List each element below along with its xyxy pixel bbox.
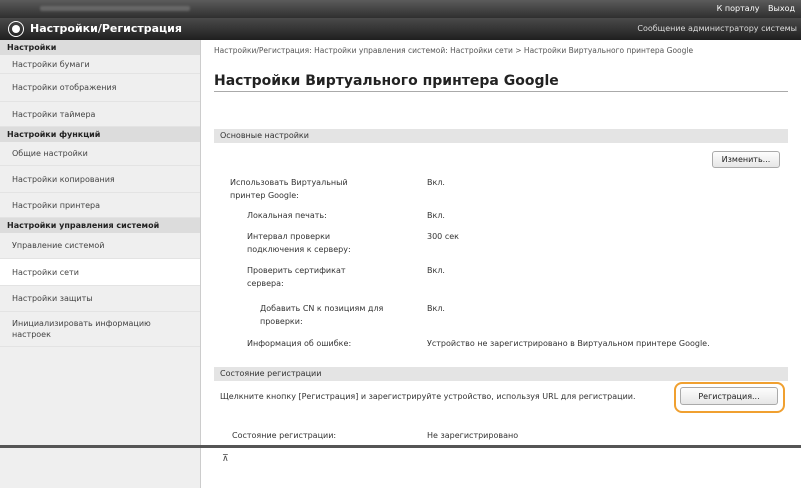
sidebar-heading-settings: Настройки <box>0 40 200 55</box>
sidebar: Настройки Настройки бумаги Настройки ото… <box>0 40 201 488</box>
use-google-printer-value: Вкл. <box>427 178 445 187</box>
add-cn-value: Вкл. <box>427 304 445 313</box>
sidebar-item-network[interactable]: Настройки сети <box>0 259 200 286</box>
sidebar-item-copy[interactable]: Настройки копирования <box>0 166 200 193</box>
sidebar-item-system-management[interactable]: Управление системой <box>0 233 200 259</box>
registration-status-label: Состояние регистрации: <box>232 431 337 440</box>
registration-instruction: Щелкните кнопку [Регистрация] и зарегист… <box>220 392 636 401</box>
verify-cert-label: Проверить сертификат сервера: <box>247 266 346 288</box>
edit-button[interactable]: Изменить... <box>712 151 780 168</box>
sidebar-item-security[interactable]: Настройки защиты <box>0 286 200 312</box>
add-cn-label: Добавить CN к позициям для проверки: <box>260 304 384 326</box>
admin-message-link[interactable]: Сообщение администратору системы <box>637 24 797 33</box>
logout-link[interactable]: Выход <box>768 4 795 13</box>
basic-settings-header: Основные настройки <box>214 129 788 143</box>
check-interval-value: 300 сек <box>427 232 459 241</box>
sidebar-item-general[interactable]: Общие настройки <box>0 142 200 166</box>
verify-cert-value: Вкл. <box>427 266 445 275</box>
page-title: Настройки Виртуального принтера Google <box>214 73 559 89</box>
sidebar-item-display[interactable]: Настройки отображения <box>0 74 200 102</box>
blurred-product-name <box>40 6 190 11</box>
scroll-to-top-icon[interactable]: ⊼ <box>222 454 229 464</box>
error-info-value: Устройство не зарегистрировано в Виртуал… <box>427 339 710 348</box>
main-content: Настройки/Регистрация: Настройки управле… <box>214 40 794 488</box>
sidebar-item-initialize[interactable]: Инициализировать информацию настроек <box>0 312 200 347</box>
use-google-printer-label: Использовать Виртуальный принтер Google: <box>230 178 348 200</box>
error-info-label: Информация об ошибке: <box>247 339 352 348</box>
registration-status-heading: Состояние регистрации <box>220 369 322 378</box>
portal-link[interactable]: К порталу <box>717 4 760 13</box>
settings-logo-icon <box>8 21 24 37</box>
basic-settings-heading: Основные настройки <box>220 131 309 140</box>
top-bar: К порталу Выход <box>0 0 801 18</box>
app-header: Настройки/Регистрация Сообщение админист… <box>0 18 801 40</box>
local-print-value: Вкл. <box>427 211 445 220</box>
app-title: Настройки/Регистрация <box>30 22 182 35</box>
sidebar-heading-system: Настройки управления системой <box>0 218 200 233</box>
register-button[interactable]: Регистрация... <box>680 387 778 405</box>
title-divider <box>214 91 788 92</box>
sidebar-item-timer[interactable]: Настройки таймера <box>0 102 200 127</box>
check-interval-label: Интервал проверки подключения к серверу: <box>247 232 351 254</box>
registration-status-header: Состояние регистрации <box>214 367 788 381</box>
breadcrumb: Настройки/Регистрация: Настройки управле… <box>214 46 694 55</box>
footer-rule <box>0 445 801 448</box>
local-print-label: Локальная печать: <box>247 211 327 220</box>
registration-status-value: Не зарегистрировано <box>427 431 519 440</box>
sidebar-item-printer[interactable]: Настройки принтера <box>0 193 200 218</box>
sidebar-heading-functions: Настройки функций <box>0 127 200 142</box>
sidebar-item-paper[interactable]: Настройки бумаги <box>0 55 200 74</box>
top-links: К порталу Выход <box>711 4 795 13</box>
